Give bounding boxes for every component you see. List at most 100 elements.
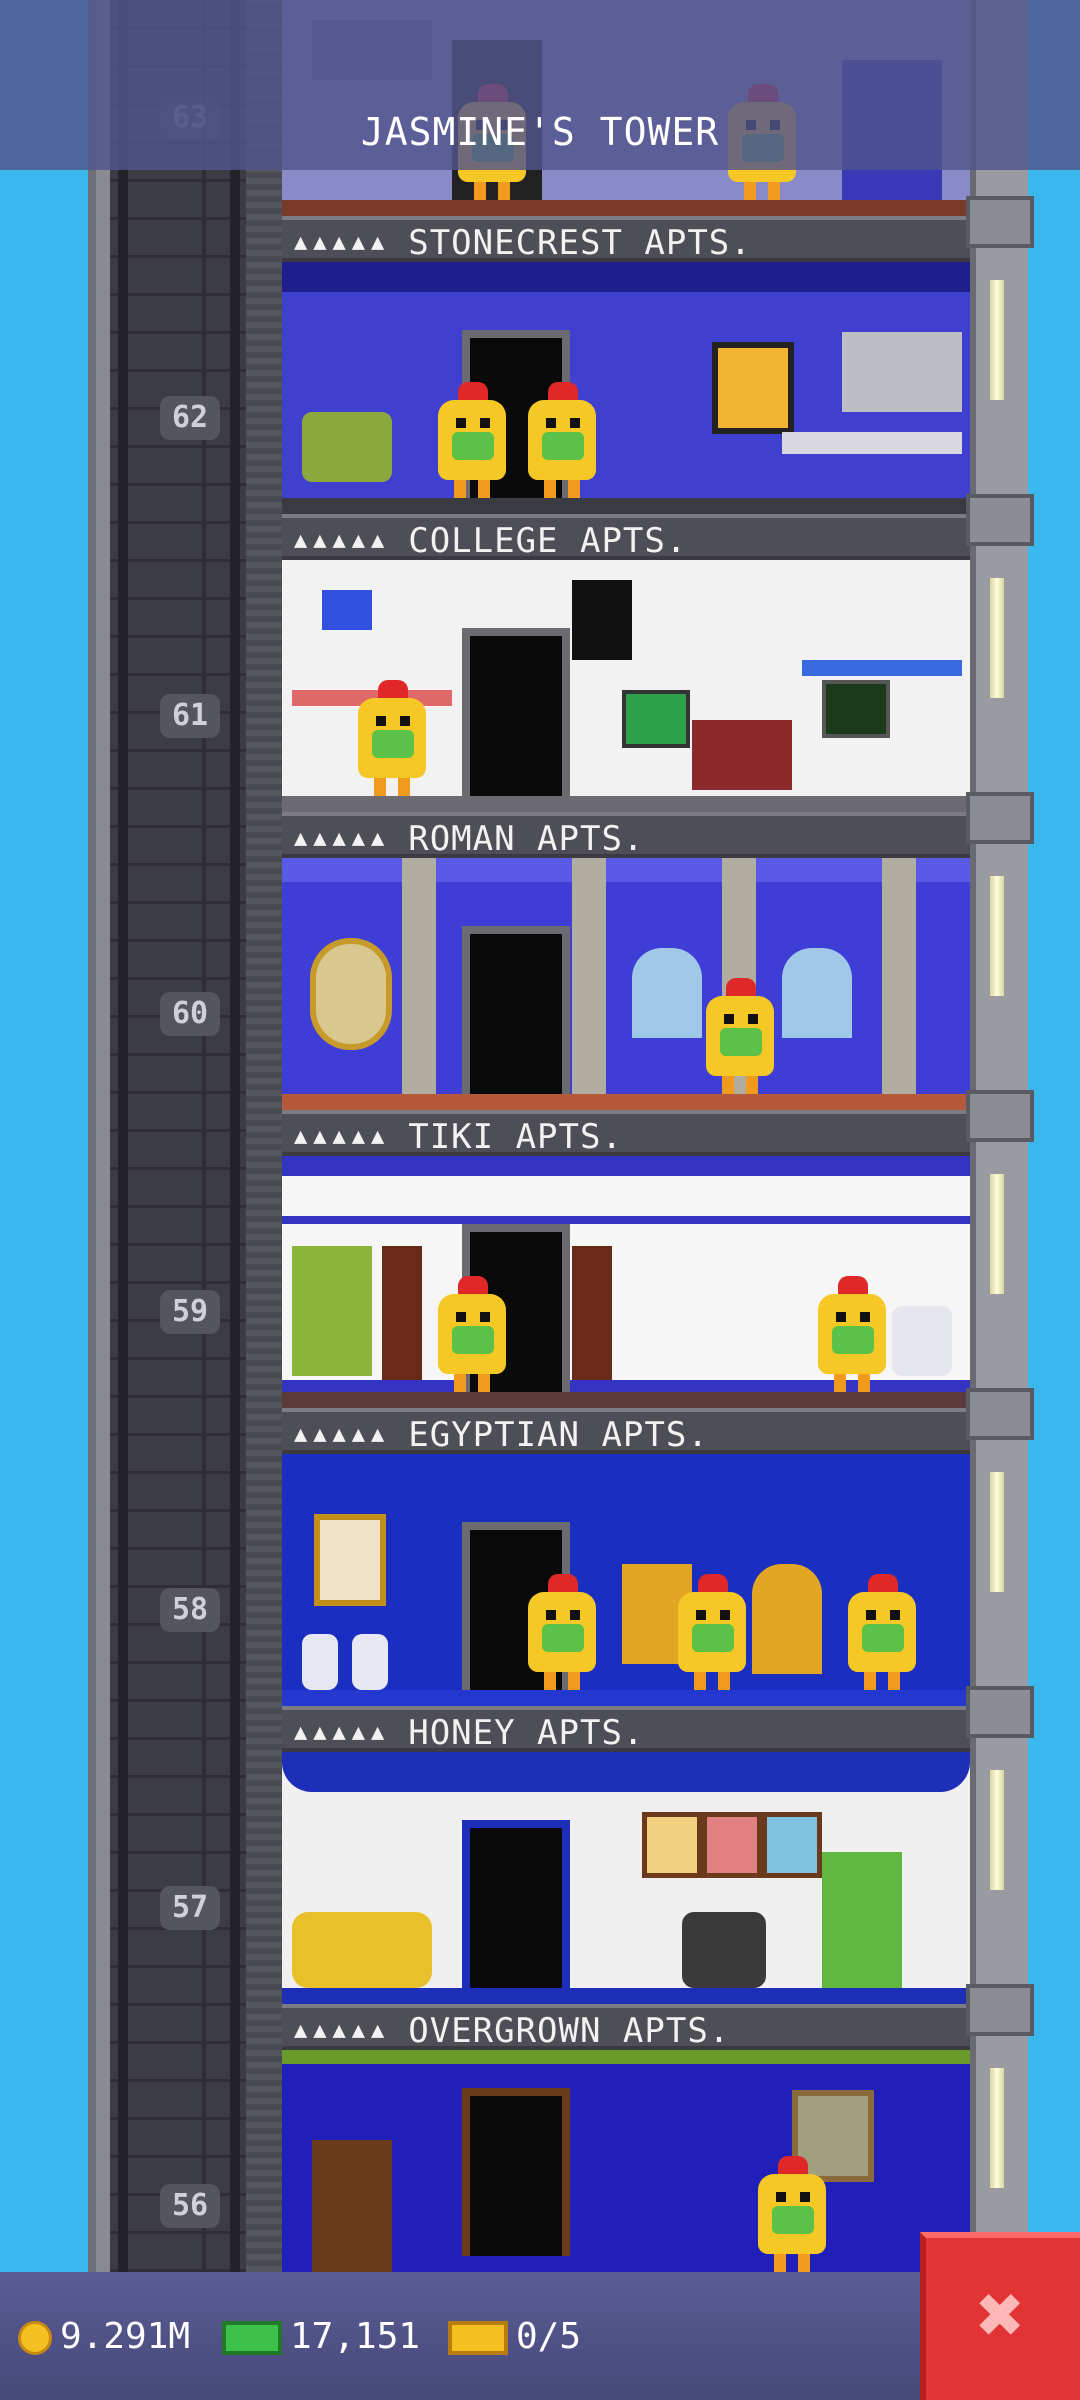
window (782, 948, 852, 1038)
floor-sign: ▲▲▲▲▲ COLLEGE APTS. (282, 514, 970, 561)
room-door (462, 2088, 570, 2256)
elevator-rail-right (230, 0, 240, 2272)
floor-61[interactable]: ▲▲▲▲▲ COLLEGE APTS. (282, 514, 970, 812)
floor-sign: ▲▲▲▲▲ STONECREST APTS. (282, 216, 970, 263)
floor-sign: ▲▲▲▲▲ EGYPTIAN APTS. (282, 1408, 970, 1455)
yellow-sofa (292, 1912, 432, 1988)
tiki-statue (382, 1246, 422, 1380)
column (882, 858, 916, 1094)
column-bracket (966, 792, 1034, 844)
vase (302, 1634, 338, 1690)
floor-59[interactable]: ▲▲▲▲▲ TIKI APTS. (282, 1110, 970, 1408)
painting (712, 342, 794, 434)
column (572, 858, 606, 1094)
room-door (462, 926, 570, 1094)
close-button[interactable]: ✖ (920, 2232, 1080, 2400)
tower-light (990, 876, 1004, 996)
floor-name: HONEY APTS. (408, 1713, 645, 1753)
shaft-wall (246, 0, 282, 2272)
floor-sign: ▲▲▲▲▲ TIKI APTS. (282, 1110, 970, 1157)
tiki-statue (572, 1246, 612, 1380)
star-rating: ▲▲▲▲▲ (294, 2018, 391, 2043)
floor-sign: ▲▲▲▲▲ OVERGROWN APTS. (282, 2004, 970, 2051)
floor-number-60: 60 (160, 992, 220, 1036)
floor-name: STONECREST APTS. (408, 223, 752, 263)
tickets-value: 0/5 (516, 2316, 582, 2357)
bookshelf (312, 2140, 392, 2272)
cash-icon (222, 2321, 282, 2355)
bux-value: 17,151 (290, 2316, 421, 2357)
hieroglyph-painting (314, 1514, 386, 1606)
column-bracket (966, 1686, 1034, 1738)
vase (352, 1634, 388, 1690)
flower-plant (822, 1852, 902, 1988)
column-bracket (966, 1984, 1034, 2036)
palm-plant (292, 1246, 372, 1376)
floor-62[interactable]: ▲▲▲▲▲ STONECREST APTS. (282, 216, 970, 514)
tower-light (990, 1472, 1004, 1592)
floor-60[interactable]: ▲▲▲▲▲ ROMAN APTS. (282, 812, 970, 1110)
tower-light (990, 2068, 1004, 2188)
bux-counter[interactable]: 17,151 (222, 2312, 420, 2362)
framed-picture (702, 1812, 762, 1878)
column-bracket (966, 1090, 1034, 1142)
floor-57[interactable]: ▲▲▲▲▲ HONEY APTS. (282, 1706, 970, 2004)
tower-light (990, 1770, 1004, 1890)
computer (822, 680, 890, 738)
tower-light (990, 578, 1004, 698)
status-bar: 9.291M 17,151 0/5 (0, 2272, 1080, 2400)
kitchen-counter (782, 432, 962, 454)
coins-counter[interactable]: 9.291M (18, 2312, 190, 2362)
elevator-rail-left (118, 0, 128, 2272)
room-door (462, 628, 570, 796)
column-bracket (966, 1388, 1034, 1440)
close-icon: ✖ (976, 2268, 1026, 2361)
floor-number-58: 58 (160, 1588, 220, 1632)
star-rating: ▲▲▲▲▲ (294, 230, 391, 255)
star-rating: ▲▲▲▲▲ (294, 826, 391, 851)
golden-mirror (752, 1564, 822, 1674)
tower-title: JASMINE'S TOWER (360, 110, 720, 154)
floor-name: ROMAN APTS. (408, 819, 645, 859)
floor-sign: ▲▲▲▲▲ HONEY APTS. (282, 1706, 970, 1753)
floor-name: TIKI APTS. (408, 1117, 623, 1157)
star-rating: ▲▲▲▲▲ (294, 1124, 391, 1149)
star-rating: ▲▲▲▲▲ (294, 1422, 391, 1447)
floor-number-57: 57 (160, 1886, 220, 1930)
floor-number-59: 59 (160, 1290, 220, 1334)
floor-58[interactable]: ▲▲▲▲▲ EGYPTIAN APTS. (282, 1408, 970, 1706)
armchair (302, 412, 392, 482)
star-rating: ▲▲▲▲▲ (294, 528, 391, 553)
pet-creature (892, 1306, 952, 1376)
framed-picture (762, 1812, 822, 1878)
desk-bed (802, 660, 962, 676)
header-bar: JASMINE'S TOWER (0, 0, 1080, 170)
kitchen-cabinets (842, 332, 962, 412)
ticket-icon (448, 2321, 508, 2355)
floor-number-56: 56 (160, 2184, 220, 2228)
room-door (462, 1820, 570, 1988)
coin-icon (18, 2321, 52, 2355)
tickets-counter[interactable]: 0/5 (448, 2312, 581, 2362)
framed-picture (642, 1812, 702, 1878)
black-armchair (682, 1912, 766, 1988)
floor-sign: ▲▲▲▲▲ ROMAN APTS. (282, 812, 970, 859)
bookshelf (692, 720, 792, 790)
column-bracket (966, 494, 1034, 546)
mirror (310, 938, 392, 1050)
star-rating: ▲▲▲▲▲ (294, 1720, 391, 1745)
floor-name: COLLEGE APTS. (408, 521, 688, 561)
column (402, 858, 436, 1094)
floor-number-61: 61 (160, 694, 220, 738)
tower-light (990, 280, 1004, 400)
pennant (322, 590, 372, 630)
floor-name: OVERGROWN APTS. (408, 2011, 731, 2051)
tower-light (990, 1174, 1004, 1294)
floor-number-62: 62 (160, 396, 220, 440)
window (632, 948, 702, 1038)
coins-value: 9.291M (60, 2316, 191, 2357)
column-bracket (966, 196, 1034, 248)
floor-name: EGYPTIAN APTS. (408, 1415, 709, 1455)
tv (622, 690, 690, 748)
floor-56[interactable]: ▲▲▲▲▲ OVERGROWN APTS. (282, 2004, 970, 2272)
